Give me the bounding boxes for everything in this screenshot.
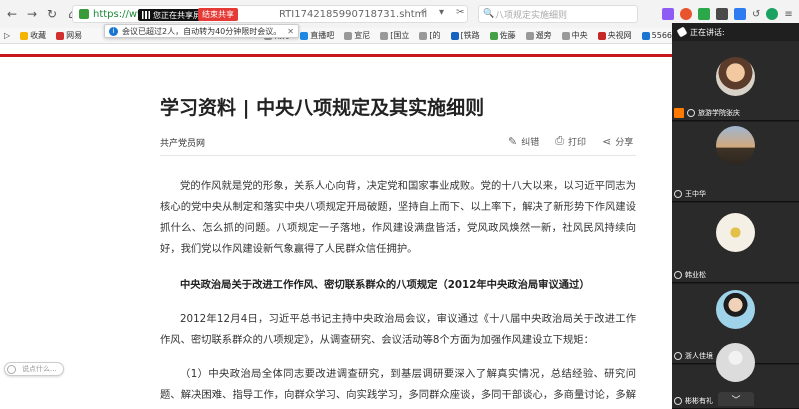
cut-icon[interactable]: ✂ [456,7,464,18]
bookmark-favicon [300,31,309,40]
avatar [716,343,755,382]
bookmark-favicon [450,31,459,40]
forward-icon[interactable]: → [24,6,40,22]
participant-tile[interactable]: 韩业松 [672,203,799,283]
bookmark-9[interactable]: 遛旁 [525,30,552,41]
print-button[interactable]: ⎙ 打印 [555,134,586,148]
bookmark-8[interactable]: 佐藤 [489,30,516,41]
star-icon [20,31,29,40]
extension-purple-icon[interactable] [662,8,674,20]
bookmarks-bar: ▷ 收藏 网易 南方 直播吧 宣尼 [国立 [的 [铁路 佐藤 遛旁 中央 央视… [0,28,672,44]
article-actions: ✎ 纠错 ⎙ 打印 ⋖ 分享 [508,134,633,148]
reload-icon[interactable]: ↻ [44,6,60,22]
speaker-label: 正在讲话: [690,27,725,37]
header-red-line [0,54,672,57]
paragraph-meeting: 2012年12月4日，习近平总书记主持中央政治局会议，审议通过《十八届中央政治局… [160,313,636,346]
participant-tile[interactable]: 王中华 [672,122,799,202]
avatar [716,290,755,329]
lightning-icon[interactable]: ⚡ [420,7,427,18]
chat-input[interactable]: 说点什么... [4,362,64,376]
address-bar[interactable]: https://wv RTI1742185990718731.shtml [72,5,468,23]
participant-name: 旅游学院张庆 [674,108,740,118]
bookmark-10[interactable]: 中央 [561,30,588,41]
extension-red-icon[interactable] [680,8,692,20]
title-divider [160,155,636,156]
participant-name: 浙人佳境 [674,351,713,361]
participant-name: 彬彬有礼 [674,396,713,406]
mic-icon [674,352,682,360]
extension-blue-icon[interactable] [734,8,746,20]
bookmark-favicon [419,31,428,40]
participant-name: 王中华 [674,189,706,199]
speaker-header: 正在讲话: [672,23,799,41]
mic-icon [676,26,688,38]
bookmark-favicon [641,31,650,40]
bookmark-11[interactable]: 央视网 [597,30,632,41]
bookmark-5[interactable]: [国立 [380,30,409,41]
chat-placeholder: 说点什么... [22,365,57,373]
mic-icon [674,397,682,405]
edit-icon: ✎ [508,134,518,148]
mic-icon [674,271,682,279]
bookmark-favicon [380,31,389,40]
back-icon[interactable]: ← [4,6,20,22]
participant-tile[interactable]: 旅游学院张庆 [672,41,799,121]
bookmark-12[interactable]: 5566 [641,31,672,40]
article-page: 学习资料 | 中央八项规定及其实施细则 共产党员网 ✎ 纠错 ⎙ 打印 ⋖ 分享 党的… [0,44,672,409]
bookmark-3[interactable]: 直播吧 [300,30,334,41]
url-host: https://wv [93,8,143,20]
bookmark-favicon [344,31,353,40]
correct-button[interactable]: ✎ 纠错 [508,134,539,148]
bookmark-favicon [525,31,534,40]
extension-green-icon[interactable] [698,8,710,20]
chat-icon [7,364,16,374]
bookmark-4[interactable]: 宣尼 [344,30,370,41]
bookmark-favicon [489,31,498,40]
share-button[interactable]: ⋖ 分享 [602,134,633,148]
host-badge-icon [674,108,684,118]
bookmark-favicon [56,31,65,40]
sidebar-toggle-icon[interactable]: ▷ [4,31,10,40]
avatar [716,57,755,96]
share-icon: ⋖ [602,134,612,148]
printer-icon: ⎙ [555,134,565,147]
signal-bars-icon [142,11,150,19]
avatar [716,126,755,165]
search-placeholder: 八项规定实施细则 [495,10,568,21]
paragraph-rule-1: （1）中央政治局全体同志要改进调查研究，到基层调研要深入了解真实情况，总结经验、… [160,368,636,401]
url-tools: ⚡ ▾ ✂ [420,7,464,18]
article-title: 学习资料 | 中央八项规定及其实施细则 [160,97,485,119]
bookmark-6[interactable]: [的 [419,30,441,41]
participant-name: 韩业松 [674,270,706,280]
undo-icon[interactable]: ↺ [752,9,760,20]
bookmark-1[interactable]: 网易 [56,30,82,41]
mic-icon [687,109,695,117]
screen: ← → ↻ ⌂ https://wv RTI1742185990718731.s… [0,0,799,409]
notification-text: 会议已超过2人，自动转为40分钟限时会议。 [122,26,282,36]
stop-share-button[interactable]: 结束共享 [198,8,238,21]
search-input[interactable]: 🔍 八项规定实施细则 [478,5,638,23]
bookmark-0[interactable]: 收藏 [20,30,46,41]
bookmark-7[interactable]: [铁路 [450,30,480,41]
info-icon: i [109,26,118,36]
dropdown-icon[interactable]: ▾ [439,7,444,18]
meeting-notification: i 会议已超过2人，自动转为40分钟限时会议。 ✕ [104,24,299,38]
section-heading: 中央政治局关于改进工作作风、密切联系群众的八项规定（2012年中央政治局审议通过… [180,279,590,291]
url-path: RTI1742185990718731.shtml [278,8,428,20]
paragraph-intro: 党的作风就是党的形象，关系人心向背，决定党和国家事业成败。党的十八大以来，以习近… [160,180,636,255]
bookmark-favicon [561,31,570,40]
menu-icon[interactable]: ≡ [784,9,792,20]
extension-circle-icon[interactable] [766,8,779,20]
search-icon: 🔍 [483,9,495,19]
extension-dark-icon[interactable] [716,8,728,20]
avatar [716,213,755,252]
article-source: 共产党员网 [160,139,206,149]
meeting-panel: 正在讲话: 旅游学院张庆 王中华 韩业松 浙人佳境 彬彬有礼 [672,23,799,409]
close-icon[interactable]: ✕ [287,27,294,36]
secure-lock-icon [79,9,89,19]
expand-participants-button[interactable]: ﹀ [718,392,754,406]
bookmark-favicon [597,31,606,40]
mic-icon [674,190,682,198]
